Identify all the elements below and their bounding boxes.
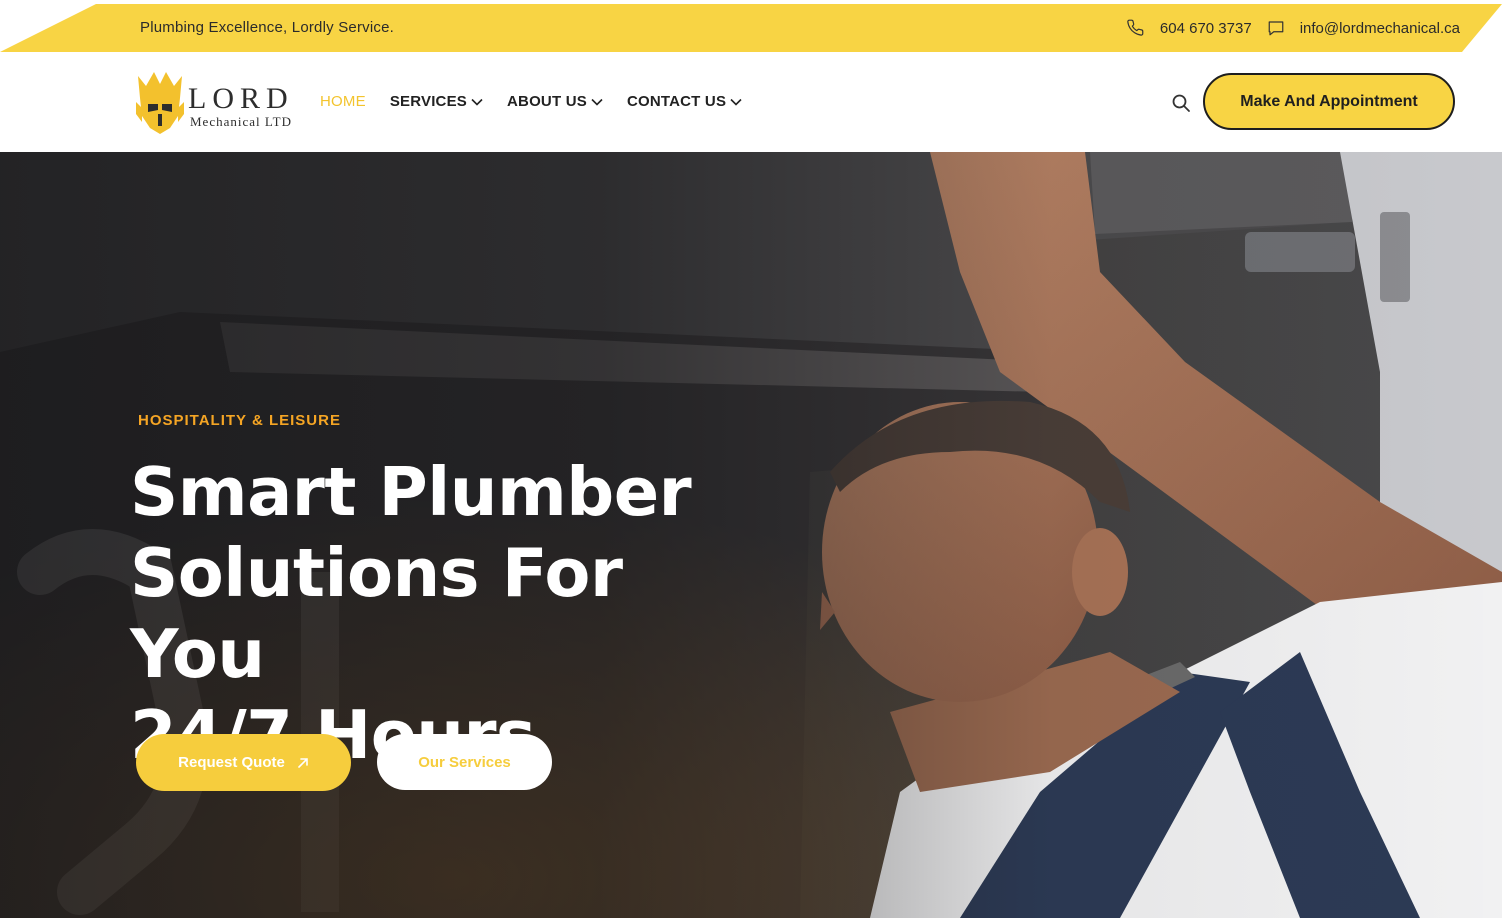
chevron-down-icon (591, 98, 603, 106)
hero-headline-line: Solutions For You (130, 534, 623, 693)
chevron-down-icon (471, 98, 483, 106)
phone-icon (1126, 18, 1146, 38)
nav-item-contact[interactable]: CONTACT US (627, 93, 742, 110)
nav-item-label: CONTACT US (626, 93, 727, 110)
site-header: LORD Mechanical LTD HOME SERVICES ABOUT … (0, 52, 1502, 152)
request-quote-label: Request Quote (178, 754, 285, 771)
hero-eyebrow: HOSPITALITY & LEISURE (138, 412, 341, 429)
nav-item-home[interactable]: HOME (320, 93, 366, 110)
our-services-button[interactable]: Our Services (377, 734, 552, 790)
make-appointment-button[interactable]: Make And Appointment (1203, 73, 1455, 130)
chevron-down-icon (730, 98, 742, 106)
arrow-up-right-icon (297, 757, 309, 769)
nav-item-label: SERVICES (389, 93, 467, 110)
top-bar-corner-right (1462, 4, 1502, 52)
hero-section: HOSPITALITY & LEISURE Smart Plumber Solu… (0, 152, 1502, 918)
top-bar: Plumbing Excellence, Lordly Service. 604… (0, 4, 1502, 52)
nav-item-label: HOME (320, 93, 366, 110)
top-bar-corner-left (0, 4, 96, 52)
contact-info: 604 670 3737 info@lordmechanical.ca (1126, 18, 1460, 38)
hero-headline-line: Smart Plumber (130, 453, 692, 531)
request-quote-button[interactable]: Request Quote (136, 734, 351, 791)
logo[interactable]: LORD Mechanical LTD (134, 68, 304, 136)
main-nav: HOME SERVICES ABOUT US CONTACT US (320, 93, 766, 110)
search-icon[interactable] (1170, 92, 1192, 114)
crown-helmet-icon (136, 72, 184, 134)
hero-headline: Smart Plumber Solutions For You 24/7 Hou… (130, 452, 770, 776)
tagline: Plumbing Excellence, Lordly Service. (140, 19, 394, 36)
nav-item-label: ABOUT US (507, 93, 587, 110)
logo-wordmark: LORD (188, 82, 294, 115)
nav-item-about[interactable]: ABOUT US (507, 93, 603, 110)
chat-icon (1266, 18, 1286, 38)
email-link[interactable]: info@lordmechanical.ca (1300, 20, 1460, 37)
nav-item-services[interactable]: SERVICES (390, 93, 483, 110)
phone-link[interactable]: 604 670 3737 (1160, 20, 1252, 37)
logo-subtitle: Mechanical LTD (190, 114, 292, 129)
